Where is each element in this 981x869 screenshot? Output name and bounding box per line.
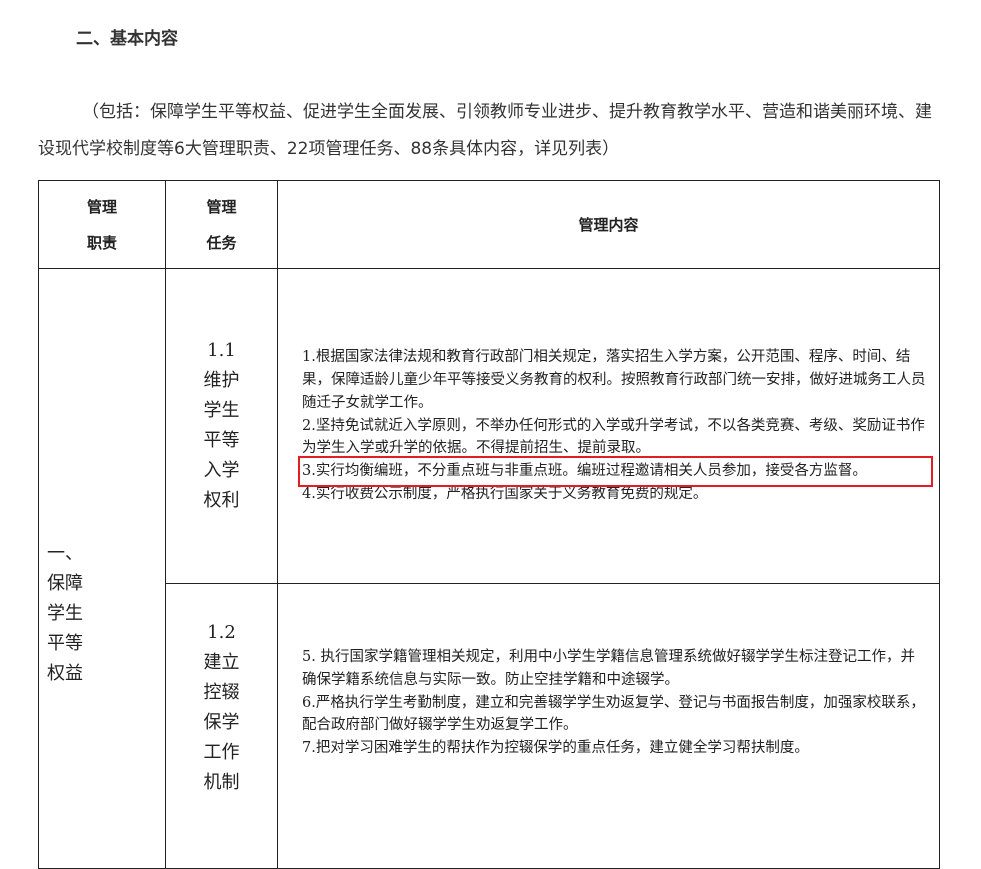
header-task-line1: 管理 — [206, 197, 237, 216]
task-line: 机制 — [203, 772, 240, 793]
management-table: 管理 职责 管理 任务 管理内容 一、 保障 学生 平等 权益 1.1 维护 学… — [38, 180, 940, 869]
task-line: 维护 — [203, 370, 240, 391]
intro-paragraph: （包括：保障学生平等权益、促进学生全面发展、引领教师专业进步、提升教育教学水平、… — [38, 102, 932, 159]
task-line: 工作 — [203, 742, 240, 763]
table-row: 一、 保障 学生 平等 权益 1.1 维护 学生 平等 入学 权利 1.根据国家… — [38, 268, 940, 869]
task-line: 建立 — [203, 652, 240, 673]
duty-line: 保障 — [47, 572, 83, 594]
section-heading: 二、基本内容 — [76, 29, 178, 49]
task-line: 1.1 — [207, 340, 236, 361]
task-line: 入学 — [203, 460, 240, 481]
header-duty: 管理 职责 — [38, 180, 166, 269]
task-line: 保学 — [203, 712, 240, 733]
content-item: 1.根据国家法律法规和教育行政部门相关规定，落实招生入学方案，公开范围、程序、时… — [302, 349, 926, 411]
header-duty-line1: 管理 — [86, 197, 117, 216]
table-row: 1.2 建立 控辍 保学 工作 机制 5. 执行国家学籍管理相关规定，利用中小学… — [39, 583, 940, 869]
duty-line: 平等 — [47, 632, 83, 654]
content-item: 2.坚持免试就近入学原则，不举办任何形式的入学或升学考试，不以各类竞赛、考级、奖… — [302, 417, 925, 457]
table-header-row: 管理 职责 管理 任务 管理内容 — [38, 180, 940, 269]
task-line: 1.2 — [207, 622, 236, 643]
duty-line: 学生 — [47, 602, 83, 624]
header-task: 管理 任务 — [165, 180, 278, 269]
content-item: 5. 执行国家学籍管理相关规定，利用中小学生学籍信息管理系统做好辍学学生标注登记… — [302, 649, 915, 688]
content-item: 7.把对学习困难学生的帮扶作为控辍保学的重点任务，建立健全学习帮扶制度。 — [302, 740, 809, 757]
content-item: 6.严格执行学生考勤制度，建立和完善辍学学生劝返复学、登记与书面报告制度，加强家… — [302, 694, 925, 734]
duty-cell: 一、 保障 学生 平等 权益 — [38, 268, 166, 869]
header-content: 管理内容 — [277, 180, 940, 269]
header-task-line2: 任务 — [206, 233, 237, 252]
header-duty-line2: 职责 — [86, 233, 117, 252]
task-line: 平等 — [203, 430, 240, 451]
duty-line: 权益 — [47, 662, 83, 684]
task-line: 学生 — [203, 400, 240, 421]
task-cell-1-1: 1.1 维护 学生 平等 入学 权利 — [165, 268, 278, 584]
task-line: 控辍 — [203, 682, 240, 703]
content-item: 4.实行收费公示制度，严格执行国家关于义务教育免费的规定。 — [302, 485, 708, 502]
header-content-label: 管理内容 — [578, 215, 639, 234]
content-cell-1-1: 1.根据国家法律法规和教育行政部门相关规定，落实招生入学方案，公开范围、程序、时… — [277, 268, 940, 584]
highlighted-content-item: 3.实行均衡编班，不分重点班与非重点班。编班过程邀请相关人员参加，接受各方监督。 — [298, 456, 933, 487]
task-cell-1-2: 1.2 建立 控辍 保学 工作 机制 — [165, 583, 278, 869]
task-line: 权利 — [203, 490, 240, 511]
duty-line: 一、 — [47, 542, 83, 564]
content-cell-1-2: 5. 执行国家学籍管理相关规定，利用中小学生学籍信息管理系统做好辍学学生标注登记… — [277, 583, 940, 869]
